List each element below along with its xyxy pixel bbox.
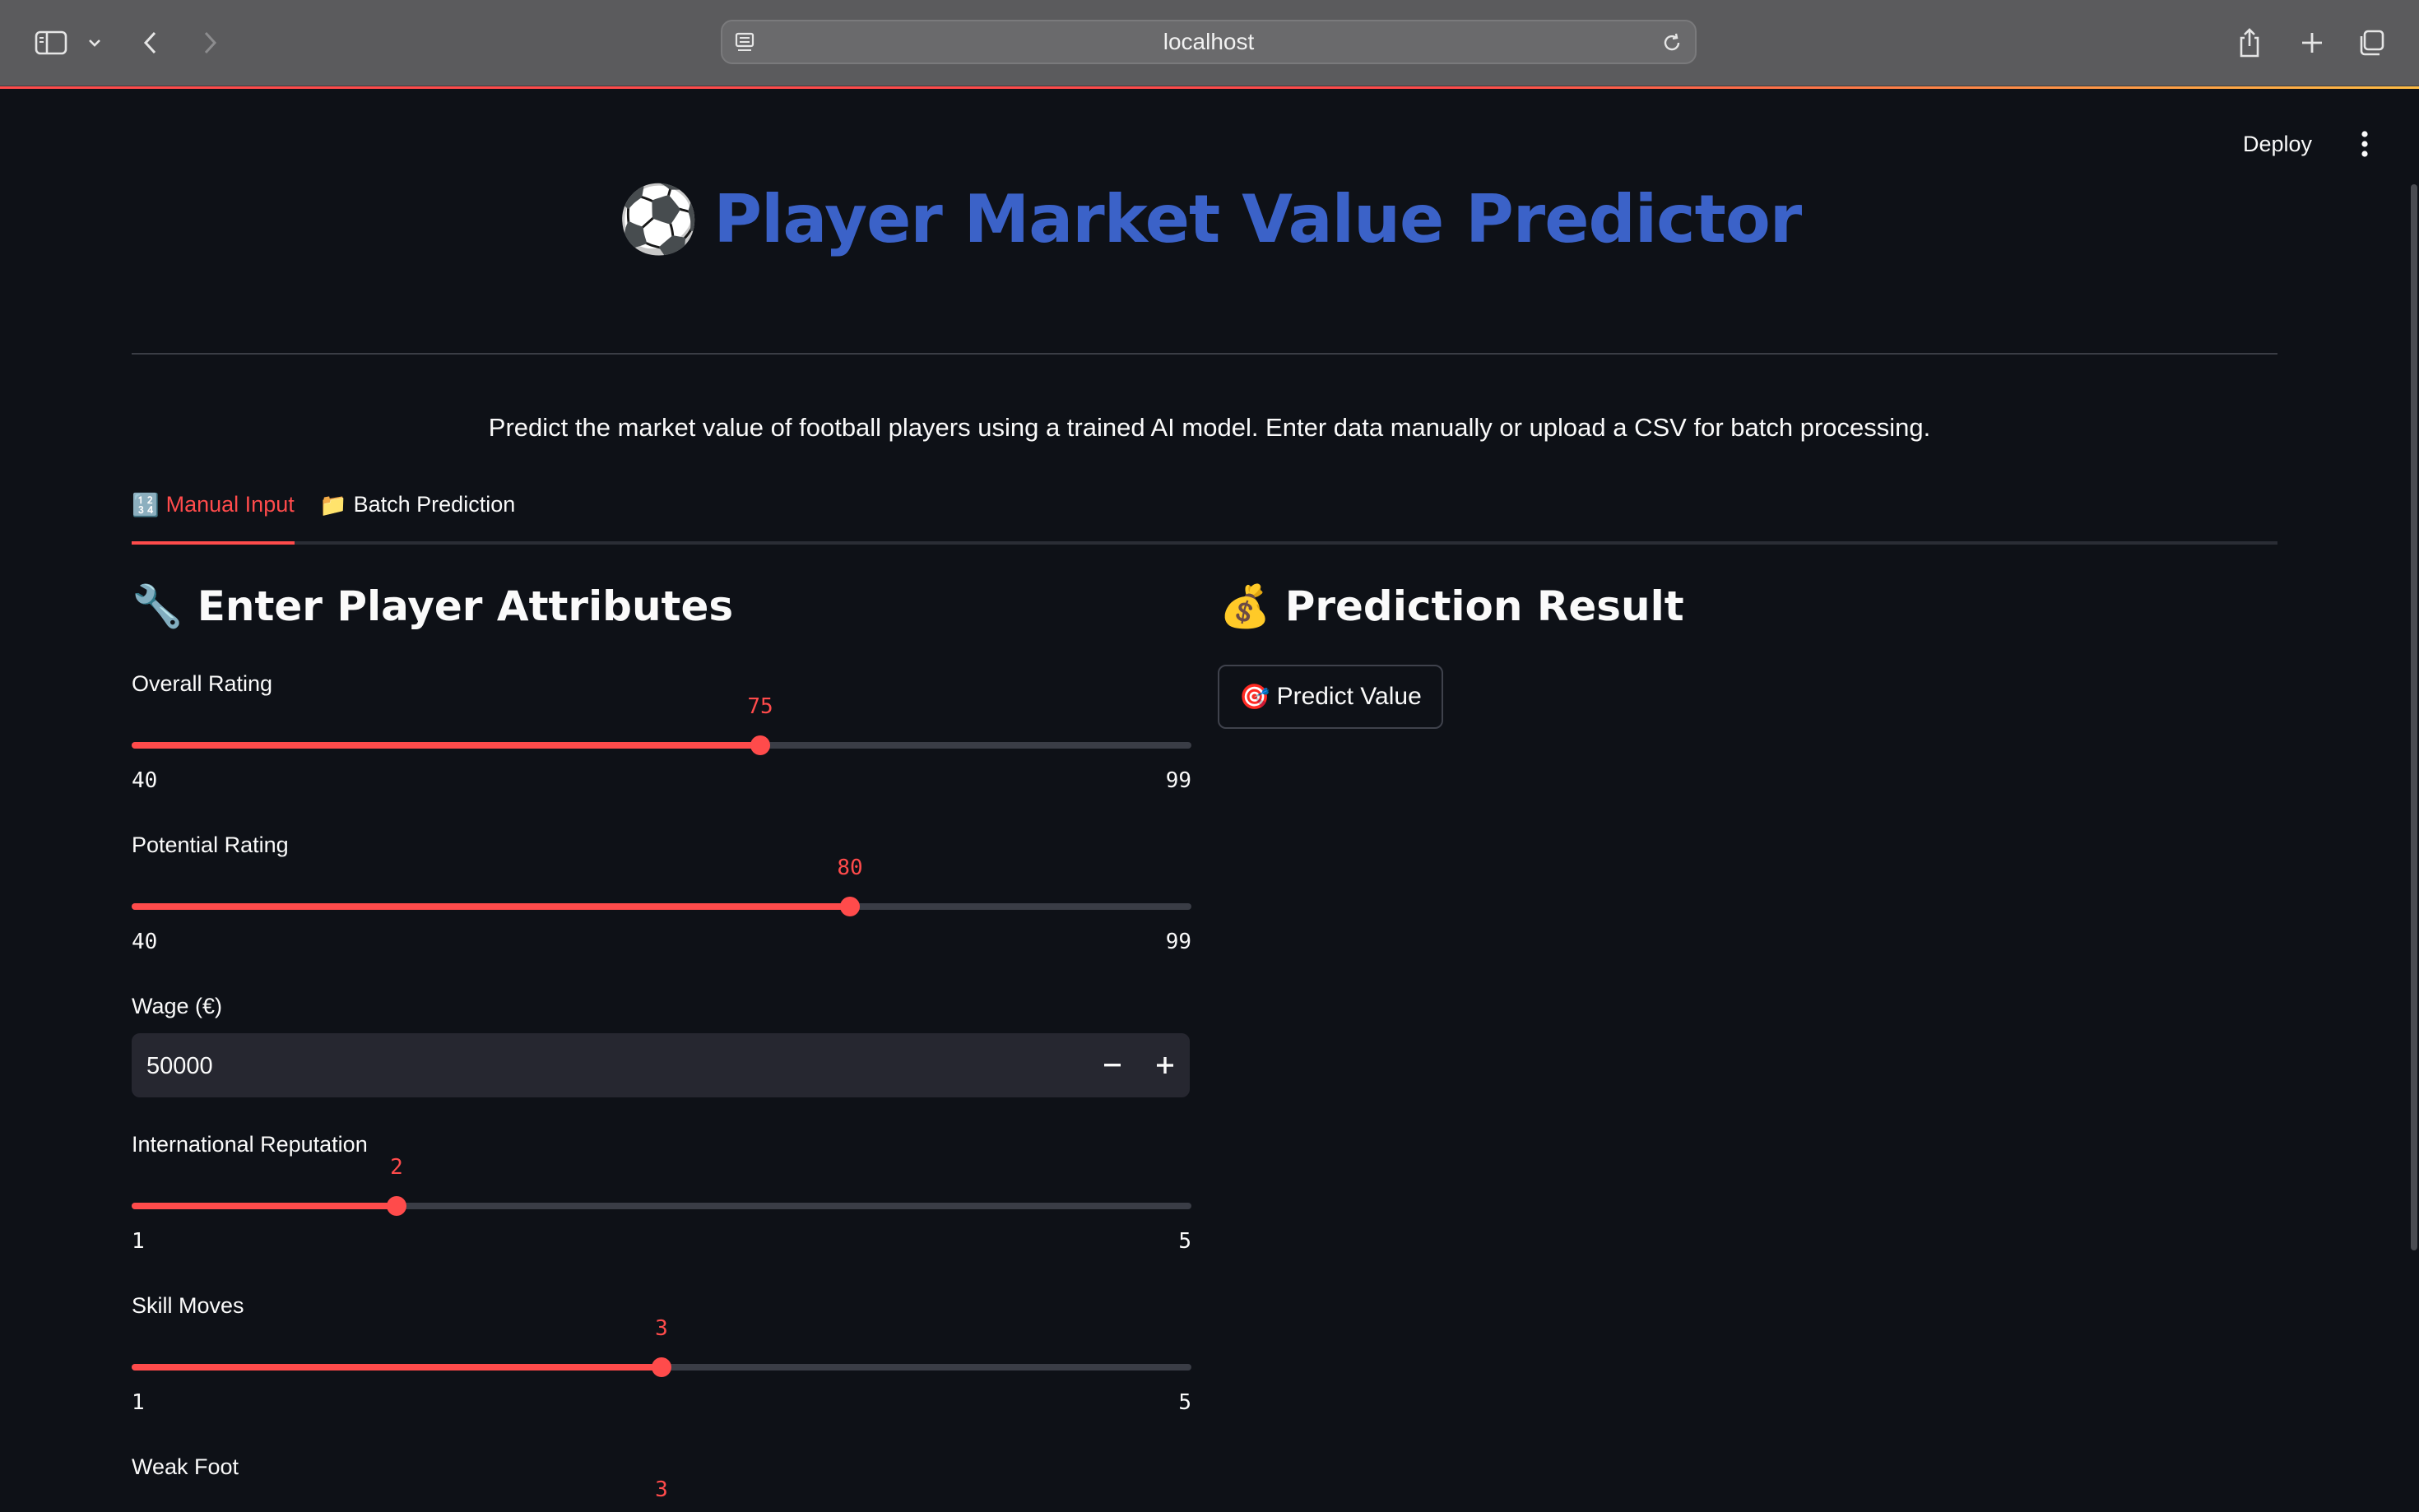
slider-thumb[interactable] <box>750 735 770 755</box>
increment-button[interactable] <box>1142 1045 1188 1086</box>
page-title-text: Player Market Value Predictor <box>713 181 1802 257</box>
slider-max: 5 <box>1178 1229 1191 1254</box>
target-icon: 🎯 <box>1239 683 1270 711</box>
slider-max: 99 <box>1165 768 1191 793</box>
wrench-icon: 🔧 <box>132 582 183 630</box>
slider-range: 15 <box>132 1390 1191 1415</box>
slider-min: 40 <box>132 930 158 954</box>
tab-overview-icon[interactable] <box>2355 21 2388 64</box>
slider-thumb[interactable] <box>840 897 860 916</box>
reputation-label: International Reputation <box>132 1132 368 1157</box>
slider-thumb[interactable] <box>387 1196 406 1216</box>
new-tab-icon[interactable] <box>2296 21 2328 64</box>
slider-value: 3 <box>655 1477 668 1502</box>
overall-rating-slider[interactable]: 75 <box>132 694 1191 760</box>
slider-value: 2 <box>390 1155 403 1180</box>
chevron-down-icon[interactable] <box>84 21 105 64</box>
predict-value-button[interactable]: 🎯 Predict Value <box>1218 665 1443 729</box>
slider-min: 1 <box>132 1229 145 1254</box>
attributes-heading: 🔧 Enter Player Attributes <box>132 582 734 630</box>
tab-label: Manual Input <box>165 492 295 517</box>
decrement-button[interactable] <box>1089 1045 1135 1086</box>
slider-max: 5 <box>1178 1390 1191 1415</box>
weak-foot-label: Weak Foot <box>132 1454 239 1479</box>
slider-range: 15 <box>132 1229 1191 1254</box>
slider-value: 75 <box>747 694 773 719</box>
slider-thumb[interactable] <box>652 1357 671 1377</box>
tab-manual-input[interactable]: 🔢 Manual Input <box>132 492 295 545</box>
divider <box>132 353 2277 355</box>
wage-number-input <box>132 1033 1190 1097</box>
deploy-button[interactable]: Deploy <box>2243 132 2312 157</box>
folder-icon: 📁 <box>319 493 347 517</box>
page-scrollbar[interactable] <box>2407 184 2419 1250</box>
slider-min: 1 <box>132 1390 145 1415</box>
potential-rating-label: Potential Rating <box>132 833 289 857</box>
browser-toolbar: localhost <box>0 0 2419 89</box>
slider-value: 3 <box>655 1316 668 1341</box>
slider-value: 80 <box>837 856 863 880</box>
soccer-ball-icon: ⚽ <box>617 181 700 257</box>
more-options-icon[interactable] <box>2360 128 2370 164</box>
overall-rating-label: Overall Rating <box>132 671 273 696</box>
back-icon[interactable] <box>138 21 163 64</box>
address-bar[interactable]: localhost <box>721 20 1697 64</box>
sidebar-toggle-icon[interactable] <box>31 21 71 64</box>
forward-icon[interactable] <box>197 21 222 64</box>
money-bag-icon: 💰 <box>1219 582 1271 630</box>
slider-min: 40 <box>132 768 158 793</box>
skill-moves-slider[interactable]: 3 <box>132 1316 1191 1382</box>
page-load-bar <box>0 86 2419 89</box>
reload-icon[interactable] <box>1660 31 1683 58</box>
tab-bar: 🔢 Manual Input 📁 Batch Prediction <box>132 492 2277 545</box>
prediction-heading: 💰 Prediction Result <box>1219 582 1684 630</box>
app-header: Deploy <box>2090 115 2419 173</box>
slider-max: 99 <box>1165 930 1191 954</box>
predict-value-label: Predict Value <box>1276 683 1422 710</box>
slider-range: 40 99 <box>132 768 1191 793</box>
tab-batch-prediction[interactable]: 📁 Batch Prediction <box>319 492 533 545</box>
wage-field[interactable] <box>145 1045 971 1088</box>
slider-range: 40 99 <box>132 930 1191 954</box>
wage-label: Wage (€) <box>132 994 223 1018</box>
potential-rating-slider[interactable]: 80 <box>132 856 1191 921</box>
page-subtitle: Predict the market value of football pla… <box>488 413 1931 442</box>
numbers-icon: 🔢 <box>132 493 160 517</box>
share-icon[interactable] <box>2233 21 2266 64</box>
page-title: ⚽ Player Market Value Predictor <box>0 181 2419 258</box>
tab-label: Batch Prediction <box>353 492 516 517</box>
skill-moves-label: Skill Moves <box>132 1293 244 1318</box>
url-text: localhost <box>1163 29 1255 54</box>
reputation-slider[interactable]: 2 <box>132 1155 1191 1221</box>
